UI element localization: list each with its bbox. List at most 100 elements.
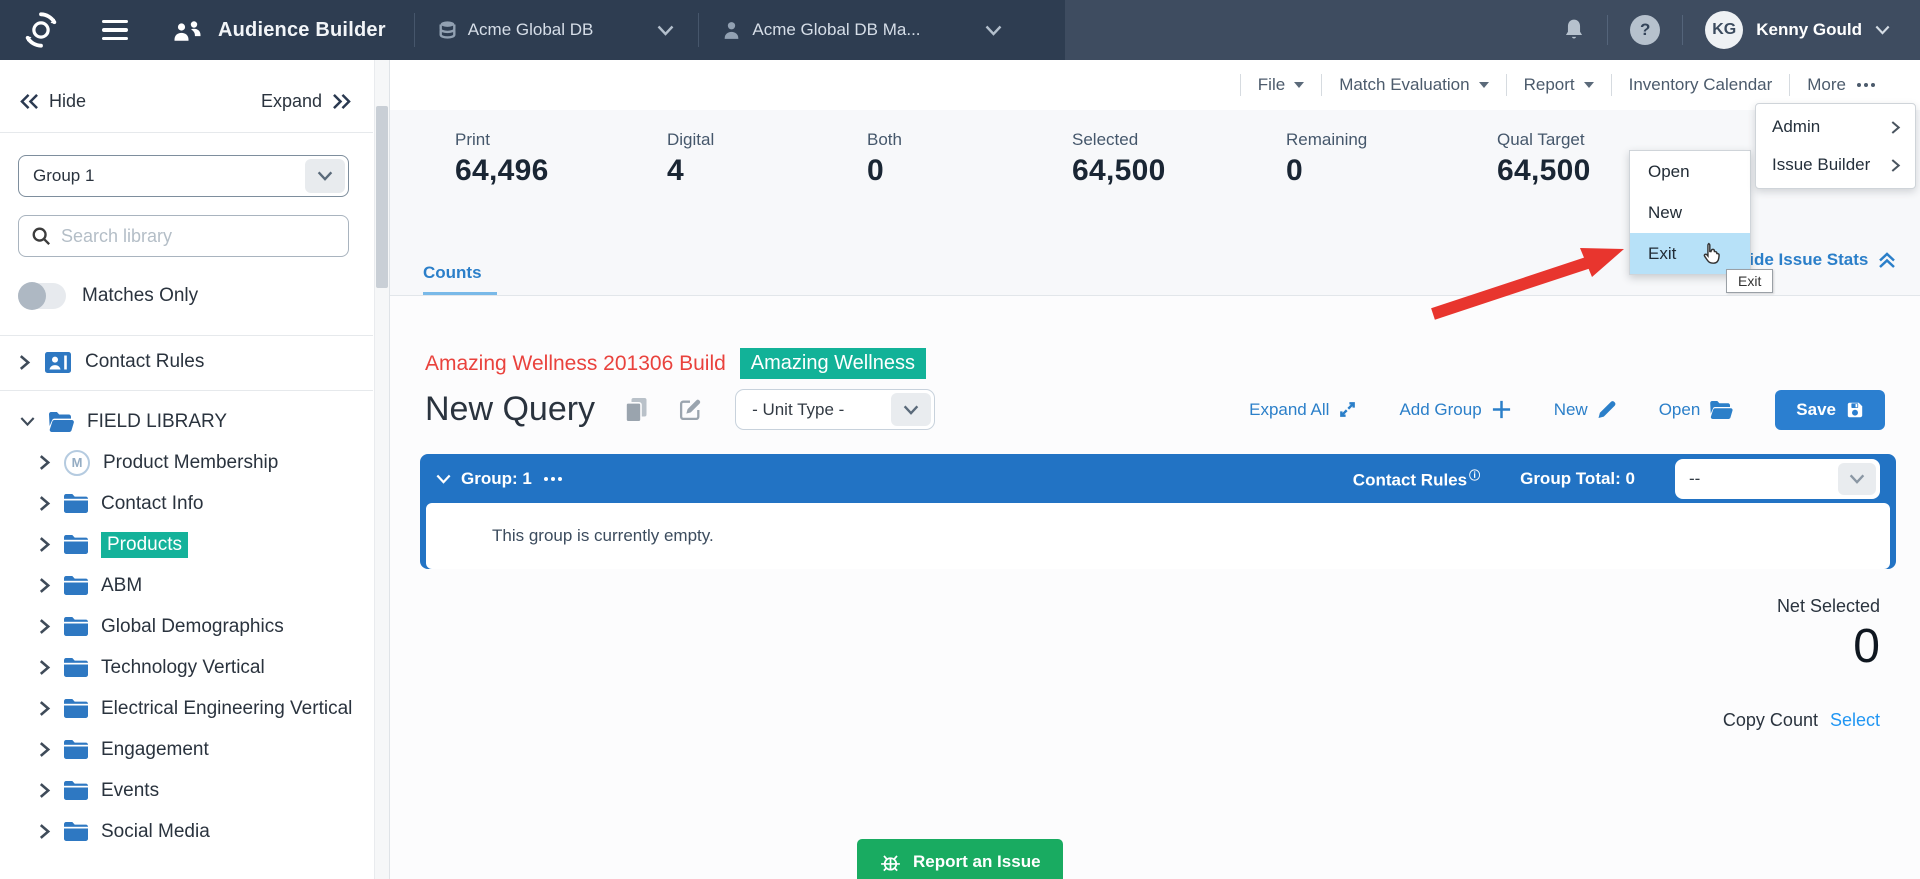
chevron-right-icon: [38, 700, 51, 717]
tree-item-label: Engagement: [101, 739, 209, 761]
menu-report[interactable]: Report: [1507, 75, 1611, 95]
app-title: Audience Builder: [218, 19, 386, 42]
top-navbar: Audience Builder Acme Global DB: [0, 0, 1920, 60]
double-chevron-right-icon: [332, 93, 351, 110]
tree-item-events[interactable]: Events: [0, 770, 373, 811]
tree-item-label: Technology Vertical: [101, 657, 265, 679]
copy-count-block: Copy Count Select: [1723, 710, 1880, 731]
info-icon: ⓘ: [1469, 470, 1480, 482]
contact-card-icon: [45, 352, 71, 373]
group-contact-rules-link[interactable]: Contact Rulesⓘ: [1353, 467, 1480, 491]
profile-selector[interactable]: Acme Global DB Ma...: [699, 0, 1025, 60]
chevron-right-icon: [1890, 120, 1901, 135]
edit-icon[interactable]: [678, 397, 703, 422]
tree-item-label: Global Demographics: [101, 616, 284, 638]
tree-item-label: FIELD LIBRARY: [87, 411, 227, 433]
sidebar-scrollbar[interactable]: [374, 60, 389, 879]
new-query-button[interactable]: New: [1554, 400, 1617, 420]
copy-count-select-link[interactable]: Select: [1830, 710, 1880, 731]
group-1-header: Group: 1 Contact Rulesⓘ Group Total: 0 -…: [420, 454, 1896, 503]
menu-item-issue-builder[interactable]: Issue Builder: [1756, 146, 1915, 184]
matches-only-toggle[interactable]: [18, 283, 66, 309]
tree-item-electrical-engineering-vertical[interactable]: Electrical Engineering Vertical: [0, 688, 373, 729]
stat-label: Remaining: [1286, 130, 1367, 150]
audience-builder-page: Audience Builder Acme Global DB: [0, 0, 1920, 879]
stat-digital: Digital 4: [667, 130, 714, 188]
group-logic-select[interactable]: --: [1675, 459, 1880, 499]
tree-item-product-membership[interactable]: M Product Membership: [0, 442, 373, 483]
chevron-down-icon: [657, 25, 674, 36]
menu-file-label: File: [1258, 75, 1285, 95]
hide-issue-stats-link[interactable]: Hide Issue Stats: [1737, 250, 1897, 270]
group-1-container: Group: 1 Contact Rulesⓘ Group Total: 0 -…: [420, 454, 1896, 569]
pencil-icon: [1597, 400, 1617, 420]
chevron-right-icon: [38, 741, 51, 758]
stat-value: 0: [867, 154, 902, 188]
user-menu[interactable]: KG Kenny Gould: [1705, 11, 1890, 49]
tree-item-technology-vertical[interactable]: Technology Vertical: [0, 647, 373, 688]
tree-item-social-media[interactable]: Social Media: [0, 811, 373, 852]
chevron-right-icon: [38, 659, 51, 676]
sidebar-item-contact-rules[interactable]: Contact Rules: [0, 336, 373, 388]
database-icon: [439, 20, 456, 41]
scrollbar-thumb[interactable]: [376, 106, 388, 288]
search-input[interactable]: [61, 226, 348, 247]
open-query-button[interactable]: Open: [1659, 400, 1734, 420]
database-selector[interactable]: Acme Global DB: [415, 0, 699, 60]
audience-icon: [172, 18, 204, 43]
menu-item-open[interactable]: Open: [1630, 151, 1750, 192]
net-selected-block: Net Selected 0: [1777, 596, 1880, 674]
tree-item-field-library[interactable]: FIELD LIBRARY: [0, 401, 373, 442]
new-label: New: [1554, 400, 1588, 420]
stat-both: Both 0: [867, 130, 902, 188]
caret-down-icon: [1584, 82, 1594, 88]
report-issue-button[interactable]: Report an Issue: [857, 839, 1063, 879]
hide-sidebar-button[interactable]: Hide: [20, 91, 86, 112]
menu-file[interactable]: File: [1241, 75, 1321, 95]
menu-item-admin[interactable]: Admin: [1756, 108, 1915, 146]
stat-qual-target: Qual Target 64,500: [1497, 130, 1591, 188]
app-logo-icon[interactable]: [22, 11, 60, 49]
tree-item-label: ABM: [101, 575, 142, 597]
tab-counts[interactable]: Counts: [423, 263, 482, 295]
chevron-down-icon[interactable]: [436, 474, 451, 484]
unit-type-select[interactable]: - Unit Type -: [735, 389, 935, 430]
stat-value: 64,500: [1072, 154, 1166, 188]
copy-icon[interactable]: [625, 397, 648, 423]
hamburger-menu-icon[interactable]: [102, 20, 128, 41]
folder-icon: [64, 781, 88, 800]
menu-match-evaluation[interactable]: Match Evaluation: [1322, 75, 1505, 95]
chevron-down-icon: [1875, 25, 1890, 35]
expand-sidebar-button[interactable]: Expand: [261, 91, 351, 112]
membership-icon: M: [64, 450, 90, 476]
file-dropdown-menu: Open New Exit: [1629, 150, 1751, 275]
tree-item-abm[interactable]: ABM: [0, 565, 373, 606]
tree-item-contact-info[interactable]: Contact Info: [0, 483, 373, 524]
chevron-right-icon: [38, 577, 51, 594]
group-select[interactable]: Group 1: [18, 155, 349, 197]
notifications-bell-icon[interactable]: [1563, 17, 1585, 43]
tree-item-engagement[interactable]: Engagement: [0, 729, 373, 770]
save-button[interactable]: Save: [1775, 390, 1885, 430]
menu-more[interactable]: More: [1790, 75, 1892, 95]
divider: [0, 132, 373, 133]
net-selected-label: Net Selected: [1777, 596, 1880, 617]
admin-label: Admin: [1772, 117, 1820, 137]
menu-item-exit[interactable]: Exit: [1630, 233, 1750, 274]
tree-item-products[interactable]: Products: [0, 524, 373, 565]
tree-item-global-demographics[interactable]: Global Demographics: [0, 606, 373, 647]
folder-icon: [64, 658, 88, 677]
menubar: File Match Evaluation Report Inventory C…: [390, 60, 1920, 110]
menu-inventory-calendar[interactable]: Inventory Calendar: [1612, 75, 1790, 95]
add-group-button[interactable]: Add Group: [1399, 399, 1511, 420]
stat-label: Digital: [667, 130, 714, 150]
add-group-label: Add Group: [1399, 400, 1481, 420]
expand-all-button[interactable]: Expand All: [1249, 400, 1357, 420]
report-issue-label: Report an Issue: [913, 852, 1041, 872]
group-options-icon[interactable]: [544, 477, 562, 481]
library-search: [18, 215, 349, 257]
help-icon[interactable]: ?: [1630, 15, 1660, 45]
chevron-down-icon: [891, 393, 931, 426]
menu-item-new[interactable]: New: [1630, 192, 1750, 233]
stat-value: 64,500: [1497, 154, 1591, 188]
